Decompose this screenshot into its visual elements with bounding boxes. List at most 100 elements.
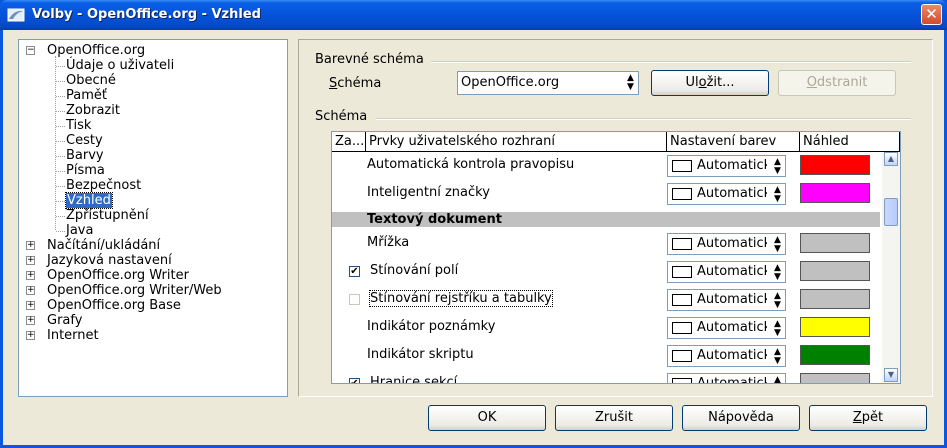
visibility-checkbox[interactable]: ✔: [349, 378, 360, 383]
tree-item-label: Java: [66, 223, 94, 238]
tree-connector: [56, 66, 65, 67]
column-header[interactable]: Prvky uživatelského rozhraní: [366, 132, 667, 152]
tree-connector: [56, 171, 65, 172]
table-header: Za... Prvky uživatelského rozhraní Nastave…: [332, 132, 900, 152]
vertical-scrollbar[interactable]: ▲ ▼: [882, 152, 900, 383]
color-swatch-icon: [672, 294, 692, 306]
color-setting-select[interactable]: Automaticky ▲▼: [667, 261, 786, 283]
tree-item-pam-[interactable]: Paměť: [66, 88, 107, 103]
tree-expander-icon[interactable]: +: [26, 331, 35, 340]
dropdown-spin-icon: ▲▼: [774, 263, 781, 282]
tree-connector: [56, 111, 65, 112]
table-row[interactable]: Mřížka Automaticky ▲▼: [332, 230, 880, 258]
tree-item-label: Paměť: [66, 88, 107, 103]
tree-item-vzhled[interactable]: Vzhled: [65, 192, 113, 209]
color-setting-select[interactable]: Automaticky ▲▼: [667, 155, 786, 177]
color-setting-select[interactable]: Automaticky ▲▼: [667, 345, 786, 367]
table-row[interactable]: ✔ Stínování polí Automaticky ▲▼: [332, 258, 880, 286]
table-row[interactable]: Inteligentní značky Automaticky ▲▼: [332, 180, 880, 208]
tree-item-tisk[interactable]: Tisk: [66, 118, 91, 133]
table-row[interactable]: Automatická kontrola pravopisu Automatick…: [332, 152, 880, 180]
color-setting-value: Automaticky: [697, 158, 767, 173]
close-button[interactable]: ✕: [921, 4, 942, 25]
tree-item-obecn-[interactable]: Obecné: [66, 73, 116, 88]
tree-item-zp-stupn-n-[interactable]: Zpřístupnění: [66, 208, 149, 223]
table-row[interactable]: Indikátor poznámky Automaticky ▲▼: [332, 314, 880, 342]
color-setting-select[interactable]: Automaticky ▲▼: [667, 289, 786, 311]
column-header[interactable]: Za...: [332, 132, 366, 152]
tree-item-p-sma[interactable]: Písma: [66, 163, 105, 178]
tree-expander-icon[interactable]: +: [26, 271, 35, 280]
column-header[interactable]: Nastavení barev: [667, 132, 800, 152]
tree-connector: [56, 81, 65, 82]
tree-item-label: Tisk: [66, 118, 92, 133]
tree-item-bezpe-nost[interactable]: Bezpečnost: [66, 178, 141, 193]
color-preview: [800, 373, 870, 383]
scroll-down-icon[interactable]: ▼: [884, 368, 898, 382]
ui-element-label: Hranice sekcí: [370, 375, 458, 384]
color-swatch-icon: [672, 350, 692, 362]
openoffice-app-icon: [7, 8, 25, 22]
color-scheme-group-line: [431, 61, 911, 63]
table-row[interactable]: Indikátor skriptu Automaticky ▲▼: [332, 342, 880, 370]
tree-item-openoffice-org-writer[interactable]: OpenOffice.org Writer: [47, 268, 189, 283]
tree-item-zobrazit[interactable]: Zobrazit: [66, 103, 120, 118]
tree-item-openoffice-org-base[interactable]: OpenOffice.org Base: [47, 298, 181, 313]
table-row[interactable]: ✔ Hranice sekcí Automaticky ▲▼: [332, 370, 880, 384]
visibility-checkbox: [349, 294, 360, 305]
color-preview: [800, 345, 870, 365]
tree-expander-icon[interactable]: +: [26, 316, 35, 325]
scroll-thumb[interactable]: [884, 198, 898, 226]
cancel-button[interactable]: Zrušit: [555, 405, 673, 431]
back-button[interactable]: Zpět: [809, 405, 927, 431]
save-scheme-button[interactable]: Uložit...: [651, 70, 769, 96]
scheme-select[interactable]: OpenOffice.org ▲ ▼: [457, 71, 639, 95]
tree-connector: [56, 156, 65, 157]
visibility-checkbox[interactable]: ✔: [349, 266, 360, 277]
scroll-up-icon[interactable]: ▲: [884, 152, 898, 166]
tree-item-label: Písma: [66, 163, 105, 178]
window-title: Volby - OpenOffice.org - Vzhled: [32, 7, 261, 22]
tree-item-openoffice[interactable]: OpenOffice.org: [47, 43, 145, 58]
color-swatch-icon: [672, 188, 692, 200]
scheme-group-title: Schéma: [315, 109, 368, 124]
dropdown-spin-icon: ▲▼: [774, 157, 781, 176]
dropdown-spin-icon: ▲▼: [774, 235, 781, 254]
tree-item-barvy[interactable]: Barvy: [66, 148, 104, 163]
ui-element-label: Inteligentní značky: [367, 185, 490, 200]
ui-elements-table[interactable]: Za... Prvky uživatelského rozhraní Nastave…: [331, 131, 901, 384]
tree-item-label: Obecné: [66, 73, 116, 88]
tree-connector: [56, 231, 65, 232]
tree-item-openoffice-org-writer-web[interactable]: OpenOffice.org Writer/Web: [47, 283, 222, 298]
close-icon: ✕: [925, 5, 938, 23]
color-setting-value: Automaticky: [697, 292, 767, 307]
color-setting-select[interactable]: Automaticky ▲▼: [667, 317, 786, 339]
tree-expander-icon[interactable]: +: [26, 241, 35, 250]
color-setting-select[interactable]: Automaticky ▲▼: [667, 233, 786, 255]
tree-item-java[interactable]: Java: [66, 223, 93, 238]
tree-expander-icon[interactable]: +: [26, 286, 35, 295]
color-setting-select[interactable]: Automaticky ▲▼: [667, 183, 786, 205]
dropdown-spin-icon: ▲▼: [774, 291, 781, 310]
table-row[interactable]: Stínování rejstříku a tabulky Automaticky…: [332, 286, 880, 314]
ui-element-label: Stínování rejstříku a tabulky: [369, 290, 553, 307]
tree-item-jazykov-nastaven-[interactable]: Jazyková nastavení: [47, 253, 172, 268]
color-swatch-icon: [672, 266, 692, 278]
column-header[interactable]: Náhled: [800, 132, 900, 152]
color-swatch-icon: [672, 378, 692, 383]
tree-item-internet[interactable]: Internet: [47, 328, 99, 343]
color-setting-select[interactable]: Automaticky ▲▼: [667, 373, 786, 383]
tree-expander-icon[interactable]: −: [26, 46, 35, 55]
ok-button[interactable]: OK: [428, 405, 546, 431]
tree-expander-icon[interactable]: +: [26, 301, 35, 310]
options-tree[interactable]: − OpenOffice.org Údaje o uživateli Obecné Pa…: [18, 39, 288, 397]
title-bar[interactable]: Volby - OpenOffice.org - Vzhled ✕: [0, 0, 947, 30]
color-preview: [800, 317, 870, 337]
tree-expander-icon[interactable]: +: [26, 256, 35, 265]
tree-item--daje-o-u-ivateli[interactable]: Údaje o uživateli: [66, 58, 174, 73]
tree-item-cesty[interactable]: Cesty: [66, 133, 103, 148]
tree-item-na-t-n-ukl-d-n-[interactable]: Načítání/ukládání: [47, 238, 160, 253]
help-button[interactable]: Nápověda: [682, 405, 800, 431]
tree-item-label: Zpřístupnění: [66, 208, 149, 223]
tree-item-grafy[interactable]: Grafy: [47, 313, 82, 328]
